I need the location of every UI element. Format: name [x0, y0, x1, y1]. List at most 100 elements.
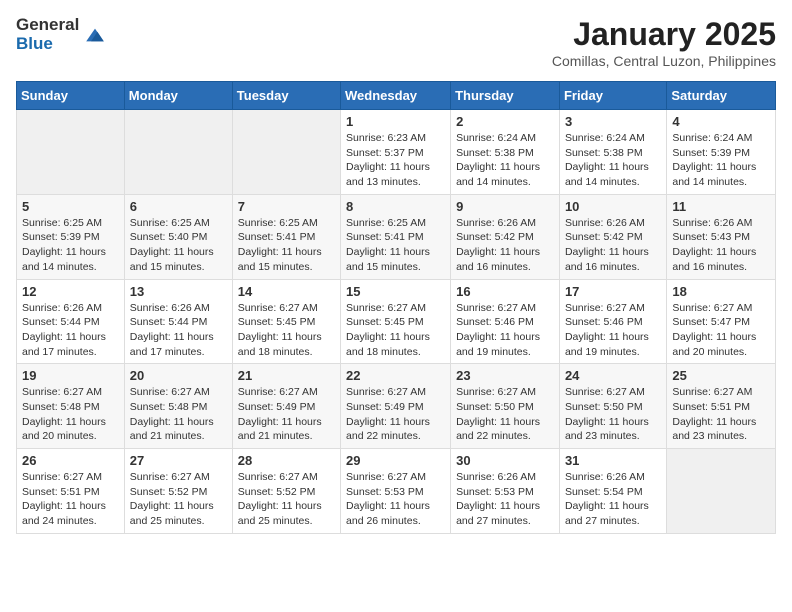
calendar-cell: 16 Sunrise: 6:27 AM Sunset: 5:46 PM Dayli…	[451, 279, 560, 364]
title-block: January 2025 Comillas, Central Luzon, Ph…	[552, 16, 776, 69]
calendar-week-row: 19 Sunrise: 6:27 AM Sunset: 5:48 PM Dayli…	[17, 364, 776, 449]
calendar-cell: 29Sunrise: 6:27 AM Sunset: 5:53 PM Dayli…	[341, 449, 451, 534]
day-number: 8	[346, 199, 445, 214]
day-info: Sunrise: 6:25 AM Sunset: 5:41 PM Dayligh…	[238, 216, 335, 275]
day-number: 20	[130, 368, 227, 383]
logo-general: General	[16, 16, 79, 35]
day-number: 16	[456, 284, 554, 299]
calendar-cell: 31 Sunrise: 6:26 AM Sunset: 5:54 PM Dayli…	[559, 449, 666, 534]
day-info: Sunrise: 6:25 AM Sunset: 5:41 PM Dayligh…	[346, 216, 445, 275]
calendar-table: SundayMondayTuesdayWednesdayThursdayFrid…	[16, 81, 776, 534]
day-info: Sunrise: 6:27 AM Sunset: 5:51 PM Dayligh…	[672, 385, 770, 444]
calendar-cell: 19 Sunrise: 6:27 AM Sunset: 5:48 PM Dayli…	[17, 364, 125, 449]
day-header-thursday: Thursday	[451, 82, 560, 110]
day-info: Sunrise: 6:24 AM Sunset: 5:38 PM Dayligh…	[456, 131, 554, 190]
day-header-friday: Friday	[559, 82, 666, 110]
calendar-cell	[124, 110, 232, 195]
calendar-cell: 4 Sunrise: 6:24 AM Sunset: 5:39 PM Daylig…	[667, 110, 776, 195]
day-number: 6	[130, 199, 227, 214]
day-header-tuesday: Tuesday	[232, 82, 340, 110]
calendar-cell: 18Sunrise: 6:27 AM Sunset: 5:47 PM Dayli…	[667, 279, 776, 364]
calendar-cell: 21Sunrise: 6:27 AM Sunset: 5:49 PM Dayli…	[232, 364, 340, 449]
calendar-cell: 13 Sunrise: 6:26 AM Sunset: 5:44 PM Dayli…	[124, 279, 232, 364]
calendar-cell: 11 Sunrise: 6:26 AM Sunset: 5:43 PM Dayli…	[667, 194, 776, 279]
day-number: 3	[565, 114, 661, 129]
day-number: 19	[22, 368, 119, 383]
calendar-cell: 7 Sunrise: 6:25 AM Sunset: 5:41 PM Daylig…	[232, 194, 340, 279]
calendar-cell: 15Sunrise: 6:27 AM Sunset: 5:45 PM Dayli…	[341, 279, 451, 364]
calendar-cell: 28 Sunrise: 6:27 AM Sunset: 5:52 PM Dayli…	[232, 449, 340, 534]
calendar-week-row: 1Sunrise: 6:23 AM Sunset: 5:37 PM Daylig…	[17, 110, 776, 195]
day-info: Sunrise: 6:24 AM Sunset: 5:38 PM Dayligh…	[565, 131, 661, 190]
day-info: Sunrise: 6:27 AM Sunset: 5:52 PM Dayligh…	[130, 470, 227, 529]
day-number: 10	[565, 199, 661, 214]
day-info: Sunrise: 6:26 AM Sunset: 5:42 PM Dayligh…	[565, 216, 661, 275]
day-number: 22	[346, 368, 445, 383]
day-info: Sunrise: 6:25 AM Sunset: 5:39 PM Dayligh…	[22, 216, 119, 275]
calendar-cell	[667, 449, 776, 534]
day-number: 11	[672, 199, 770, 214]
day-number: 18	[672, 284, 770, 299]
day-number: 2	[456, 114, 554, 129]
day-number: 5	[22, 199, 119, 214]
day-number: 15	[346, 284, 445, 299]
day-number: 28	[238, 453, 335, 468]
calendar-cell: 6Sunrise: 6:25 AM Sunset: 5:40 PM Daylig…	[124, 194, 232, 279]
day-info: Sunrise: 6:23 AM Sunset: 5:37 PM Dayligh…	[346, 131, 445, 190]
month-title: January 2025	[552, 16, 776, 53]
day-number: 13	[130, 284, 227, 299]
day-number: 30	[456, 453, 554, 468]
calendar-cell: 2 Sunrise: 6:24 AM Sunset: 5:38 PM Daylig…	[451, 110, 560, 195]
logo-blue: Blue	[16, 35, 79, 54]
calendar-cell: 30 Sunrise: 6:26 AM Sunset: 5:53 PM Dayli…	[451, 449, 560, 534]
day-info: Sunrise: 6:26 AM Sunset: 5:43 PM Dayligh…	[672, 216, 770, 275]
day-number: 4	[672, 114, 770, 129]
calendar-cell: 8 Sunrise: 6:25 AM Sunset: 5:41 PM Daylig…	[341, 194, 451, 279]
day-info: Sunrise: 6:24 AM Sunset: 5:39 PM Dayligh…	[672, 131, 770, 190]
day-number: 31	[565, 453, 661, 468]
day-info: Sunrise: 6:27 AM Sunset: 5:53 PM Dayligh…	[346, 470, 445, 529]
calendar-week-row: 12 Sunrise: 6:26 AM Sunset: 5:44 PM Dayli…	[17, 279, 776, 364]
calendar-cell	[17, 110, 125, 195]
day-info: Sunrise: 6:27 AM Sunset: 5:51 PM Dayligh…	[22, 470, 119, 529]
day-info: Sunrise: 6:27 AM Sunset: 5:48 PM Dayligh…	[22, 385, 119, 444]
day-info: Sunrise: 6:26 AM Sunset: 5:54 PM Dayligh…	[565, 470, 661, 529]
page-header: General Blue January 2025 Comillas, Cent…	[16, 16, 776, 69]
day-number: 17	[565, 284, 661, 299]
calendar-cell: 20 Sunrise: 6:27 AM Sunset: 5:48 PM Dayli…	[124, 364, 232, 449]
day-info: Sunrise: 6:26 AM Sunset: 5:53 PM Dayligh…	[456, 470, 554, 529]
day-info: Sunrise: 6:27 AM Sunset: 5:45 PM Dayligh…	[238, 301, 335, 360]
day-info: Sunrise: 6:27 AM Sunset: 5:46 PM Dayligh…	[456, 301, 554, 360]
day-header-wednesday: Wednesday	[341, 82, 451, 110]
day-number: 25	[672, 368, 770, 383]
calendar-cell: 1Sunrise: 6:23 AM Sunset: 5:37 PM Daylig…	[341, 110, 451, 195]
calendar-cell: 25 Sunrise: 6:27 AM Sunset: 5:51 PM Dayli…	[667, 364, 776, 449]
day-number: 23	[456, 368, 554, 383]
day-number: 24	[565, 368, 661, 383]
day-info: Sunrise: 6:27 AM Sunset: 5:49 PM Dayligh…	[238, 385, 335, 444]
day-info: Sunrise: 6:26 AM Sunset: 5:44 PM Dayligh…	[22, 301, 119, 360]
day-info: Sunrise: 6:27 AM Sunset: 5:48 PM Dayligh…	[130, 385, 227, 444]
day-header-monday: Monday	[124, 82, 232, 110]
day-info: Sunrise: 6:27 AM Sunset: 5:52 PM Dayligh…	[238, 470, 335, 529]
calendar-cell: 10 Sunrise: 6:26 AM Sunset: 5:42 PM Dayli…	[559, 194, 666, 279]
calendar-cell: 9Sunrise: 6:26 AM Sunset: 5:42 PM Daylig…	[451, 194, 560, 279]
calendar-cell: 17 Sunrise: 6:27 AM Sunset: 5:46 PM Dayli…	[559, 279, 666, 364]
calendar-header-row: SundayMondayTuesdayWednesdayThursdayFrid…	[17, 82, 776, 110]
day-number: 12	[22, 284, 119, 299]
day-info: Sunrise: 6:26 AM Sunset: 5:44 PM Dayligh…	[130, 301, 227, 360]
day-info: Sunrise: 6:26 AM Sunset: 5:42 PM Dayligh…	[456, 216, 554, 275]
logo: General Blue	[16, 16, 107, 53]
calendar-cell: 3 Sunrise: 6:24 AM Sunset: 5:38 PM Daylig…	[559, 110, 666, 195]
day-number: 7	[238, 199, 335, 214]
calendar-cell: 26 Sunrise: 6:27 AM Sunset: 5:51 PM Dayli…	[17, 449, 125, 534]
calendar-cell	[232, 110, 340, 195]
day-number: 26	[22, 453, 119, 468]
calendar-cell: 12 Sunrise: 6:26 AM Sunset: 5:44 PM Dayli…	[17, 279, 125, 364]
calendar-cell: 24Sunrise: 6:27 AM Sunset: 5:50 PM Dayli…	[559, 364, 666, 449]
calendar-cell: 23Sunrise: 6:27 AM Sunset: 5:50 PM Dayli…	[451, 364, 560, 449]
day-number: 27	[130, 453, 227, 468]
calendar-week-row: 5 Sunrise: 6:25 AM Sunset: 5:39 PM Daylig…	[17, 194, 776, 279]
calendar-cell: 5 Sunrise: 6:25 AM Sunset: 5:39 PM Daylig…	[17, 194, 125, 279]
day-info: Sunrise: 6:27 AM Sunset: 5:46 PM Dayligh…	[565, 301, 661, 360]
